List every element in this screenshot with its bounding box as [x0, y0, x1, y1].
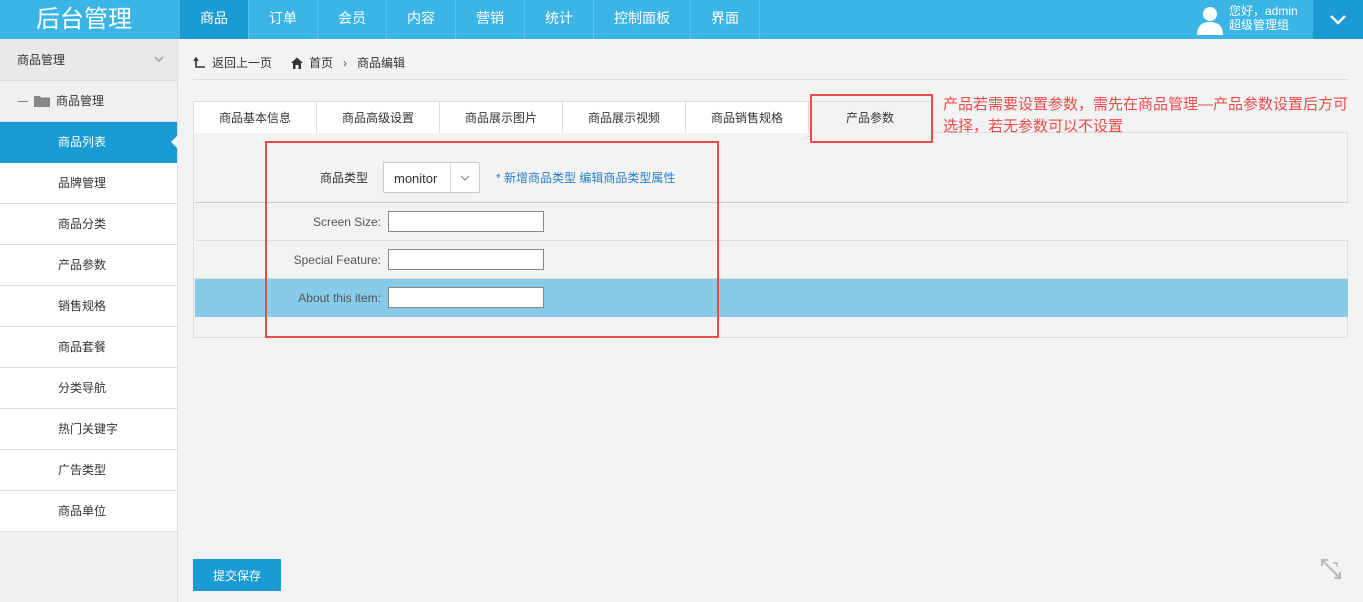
tab-advanced-settings[interactable]: 商品高级设置 [316, 101, 440, 133]
breadcrumb: 返回上一页 首页 › 商品编辑 [193, 46, 1348, 80]
sidebar: 商品管理 商品管理 商品列表 品牌管理 商品分类 产品参数 销售规格 商品套餐 … [0, 39, 178, 602]
sidebar-item-hot-keywords[interactable]: 热门关键字 [0, 409, 177, 450]
resize-icon[interactable] [1320, 558, 1342, 580]
sidebar-item-brands[interactable]: 品牌管理 [0, 163, 177, 204]
annotation-note: 产品若需要设置参数，需先在商品管理—产品参数设置后方可选择，若无参数可以不设置 [943, 96, 1349, 135]
nav-item-orders[interactable]: 订单 [249, 0, 318, 39]
sidebar-item-ad-types[interactable]: 广告类型 [0, 450, 177, 491]
chevron-down-icon [154, 56, 164, 62]
nav-item-marketing[interactable]: 营销 [456, 0, 525, 39]
folder-icon [34, 96, 50, 107]
nav-item-stats[interactable]: 统计 [525, 0, 594, 39]
sidebar-header-label: 商品管理 [17, 53, 66, 67]
back-link[interactable]: 返回上一页 [212, 54, 272, 71]
sidebar-item-category-nav[interactable]: 分类导航 [0, 368, 177, 409]
home-icon [291, 57, 304, 69]
annotation-box-tab [810, 94, 933, 143]
home-link[interactable]: 首页 [309, 54, 333, 71]
collapse-icon [18, 100, 28, 102]
nav-item-interface[interactable]: 界面 [691, 0, 760, 39]
user-menu-button[interactable] [1313, 0, 1363, 39]
sidebar-header[interactable]: 商品管理 [0, 39, 177, 81]
user-avatar-icon [1197, 7, 1223, 35]
chevron-down-icon [1330, 14, 1346, 25]
app-logo: 后台管理 [36, 6, 132, 33]
tab-images[interactable]: 商品展示图片 [439, 101, 563, 133]
sidebar-item-product-params[interactable]: 产品参数 [0, 245, 177, 286]
sidebar-group-label: 商品管理 [56, 93, 105, 108]
nav-item-content[interactable]: 内容 [387, 0, 456, 39]
breadcrumb-current: 商品编辑 [357, 56, 406, 70]
save-button[interactable]: 提交保存 [193, 559, 281, 591]
tab-sales-specs[interactable]: 商品销售规格 [685, 101, 809, 133]
user-greeting: 您好，admin [1229, 4, 1298, 18]
top-bar: 后台管理 商品 订单 会员 内容 营销 统计 控制面板 界面 您好，admin … [0, 0, 1363, 39]
sidebar-item-categories[interactable]: 商品分类 [0, 204, 177, 245]
nav-item-goods[interactable]: 商品 [180, 0, 249, 39]
nav-item-control-panel[interactable]: 控制面板 [594, 0, 691, 39]
user-info[interactable]: 您好，admin 超级管理组 [1192, 0, 1312, 39]
back-icon [193, 56, 205, 68]
sidebar-item-units[interactable]: 商品单位 [0, 491, 177, 532]
nav-item-members[interactable]: 会员 [318, 0, 387, 39]
tab-basic-info[interactable]: 商品基本信息 [193, 101, 317, 133]
user-role: 超级管理组 [1229, 18, 1290, 32]
sidebar-item-sales-specs[interactable]: 销售规格 [0, 286, 177, 327]
sidebar-item-goods-list[interactable]: 商品列表 [0, 122, 178, 163]
sidebar-group[interactable]: 商品管理 [0, 81, 177, 122]
chevron-right-icon: › [343, 55, 348, 70]
annotation-box-form [265, 141, 719, 338]
sidebar-item-packages[interactable]: 商品套餐 [0, 327, 177, 368]
main-nav: 商品 订单 会员 内容 营销 统计 控制面板 界面 [180, 0, 760, 39]
tab-videos[interactable]: 商品展示视频 [562, 101, 686, 133]
